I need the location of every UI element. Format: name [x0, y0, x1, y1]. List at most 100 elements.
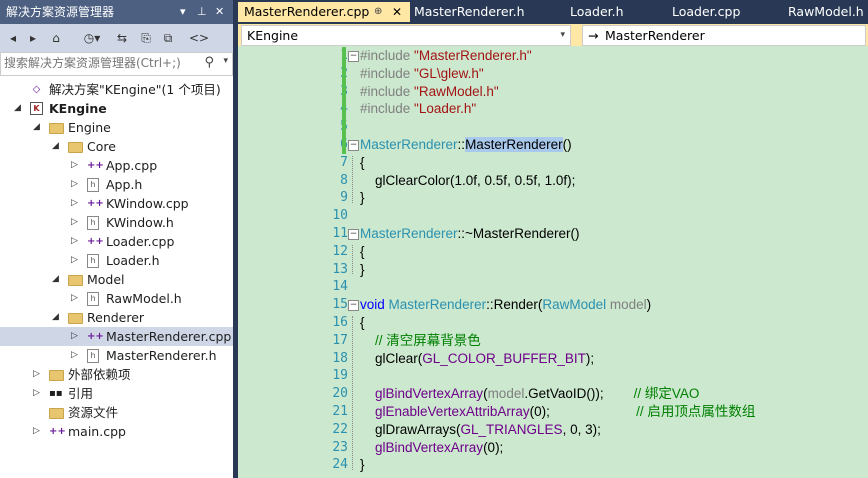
collapse-arrow-icon[interactable]: ◢ [33, 118, 40, 137]
code-view-icon[interactable]: <> [188, 28, 210, 48]
code-token: .GetVaoID()); [524, 386, 634, 402]
code-line[interactable]: #include "MasterRenderer.h" [360, 47, 532, 65]
expand-arrow-icon[interactable]: ▷ [33, 365, 40, 384]
code-line[interactable]: } [360, 189, 365, 207]
tree-item[interactable]: ▷ ++ MasterRenderer.cpp [0, 327, 233, 346]
collapse-icon[interactable]: ⎘ [138, 28, 154, 48]
code-line[interactable]: #include "GL\glew.h" [360, 65, 484, 83]
pin-tab-icon[interactable]: ⊕ [374, 2, 382, 22]
collapse-arrow-icon[interactable]: ◢ [52, 308, 59, 327]
tree-item[interactable]: ▷ ▪▪ 引用 [0, 384, 233, 403]
member-dropdown[interactable]: → MasterRenderer [582, 25, 866, 46]
tree-item[interactable]: ▷ h Loader.h [0, 251, 233, 270]
back-icon[interactable]: ◂ [6, 28, 20, 48]
code-line[interactable]: void MasterRenderer::Render(RawModel mod… [360, 296, 651, 314]
tab-label: MasterRenderer.h [414, 4, 525, 19]
code-line[interactable]: } [360, 456, 365, 474]
tree-item[interactable]: ▷ ++ main.cpp [0, 422, 233, 441]
fold-toggle-icon[interactable]: − [348, 300, 359, 312]
collapse-arrow-icon[interactable]: ◢ [14, 99, 21, 118]
folder-icon [49, 408, 64, 419]
close-tab-icon[interactable]: ✕ [392, 2, 402, 22]
collapse-arrow-icon[interactable]: ◢ [52, 270, 59, 289]
expand-arrow-icon[interactable]: ▷ [71, 327, 78, 346]
tree-item[interactable]: 资源文件 [0, 403, 233, 422]
code-line[interactable]: MasterRenderer::MasterRenderer() [360, 136, 572, 154]
tree-item[interactable]: ◢ Core [0, 137, 233, 156]
tree-item[interactable]: ▷ h RawModel.h [0, 289, 233, 308]
tab-rawmodel-h[interactable]: RawModel.h [788, 2, 868, 22]
member-value: MasterRenderer [605, 28, 705, 43]
pin-icon[interactable]: ⊥ [197, 0, 207, 24]
sync-icon[interactable]: ⇆ [114, 28, 130, 48]
tree-item[interactable]: ◢ Engine [0, 118, 233, 137]
fold-guide [352, 244, 354, 275]
tab-masterrenderer-h[interactable]: MasterRenderer.h [414, 2, 554, 22]
code-token: { [360, 243, 365, 259]
expand-arrow-icon[interactable]: ▷ [71, 346, 78, 365]
tree-item[interactable]: ◢ K KEngine [0, 99, 233, 118]
code-line[interactable]: glClearColor(1.0f, 0.5f, 0.5f, 1.0f); [360, 172, 575, 190]
code-token: "RawModel.h" [414, 83, 499, 99]
close-icon[interactable]: ✕ [215, 0, 224, 24]
expand-arrow-icon[interactable]: ▷ [71, 251, 78, 270]
code-line[interactable]: glClear(GL_COLOR_BUFFER_BIT); [360, 350, 594, 368]
properties-icon[interactable]: ⧉ [160, 28, 176, 48]
tree-item[interactable]: ▷ h KWindow.h [0, 213, 233, 232]
tree-item[interactable]: ▷ ++ App.cpp [0, 156, 233, 175]
code-line[interactable]: // 清空屏幕背景色 [360, 332, 481, 350]
folder-icon [49, 123, 64, 134]
tree-item[interactable]: ▷ 外部依赖项 [0, 365, 233, 384]
tree-item[interactable]: ▷ h MasterRenderer.h [0, 346, 233, 365]
code-editor[interactable]: 1−#include "MasterRenderer.h"2#include "… [238, 46, 868, 478]
scope-dropdown[interactable]: KEngine ▾ [241, 25, 571, 46]
expand-arrow-icon[interactable]: ▷ [71, 213, 78, 232]
tree-item[interactable]: ▷ h App.h [0, 175, 233, 194]
expand-arrow-icon[interactable]: ▷ [71, 175, 78, 194]
code-line[interactable]: MasterRenderer::~MasterRenderer() [360, 225, 579, 243]
expand-arrow-icon[interactable]: ▷ [71, 194, 78, 213]
home-icon[interactable]: ⌂ [48, 28, 64, 48]
forward-icon[interactable]: ▸ [26, 28, 40, 48]
change-indicator [342, 47, 346, 154]
code-line[interactable]: { [360, 243, 365, 261]
tree-item[interactable]: ◢ Model [0, 270, 233, 289]
fold-toggle-icon[interactable]: − [348, 140, 359, 151]
search-icon[interactable]: ⚲ [204, 55, 214, 70]
search-options-dropdown-icon[interactable]: ▾ [223, 56, 228, 66]
tab-loader-cpp[interactable]: Loader.cpp [672, 2, 762, 22]
code-token: } [360, 261, 365, 277]
tab-loader-h[interactable]: Loader.h [570, 2, 650, 22]
code-line[interactable]: { [360, 314, 365, 332]
tree-item[interactable]: ▷ ++ KWindow.cpp [0, 194, 233, 213]
code-line[interactable]: #include "Loader.h" [360, 100, 476, 118]
tree-item[interactable]: ◇ 解决方案"KEngine"(1 个项目) [0, 80, 233, 99]
code-token: "MasterRenderer.h" [414, 48, 532, 63]
expand-arrow-icon[interactable]: ▷ [71, 156, 78, 175]
code-line[interactable]: glBindVertexArray(model.GetVaoID()); // … [360, 385, 699, 403]
fold-guide [352, 155, 354, 204]
dropdown-icon[interactable]: ▾ [180, 0, 186, 24]
code-line[interactable]: glDrawArrays(GL_TRIANGLES, 0, 3); [360, 421, 601, 439]
code-line[interactable]: glEnableVertexAttribArray(0); // 启用顶点属性数… [360, 403, 755, 421]
expand-arrow-icon[interactable]: ▷ [33, 422, 40, 441]
tree-item[interactable]: ▷ ++ Loader.cpp [0, 232, 233, 251]
search-input[interactable] [4, 54, 199, 72]
line-number: 4 [266, 100, 348, 118]
expand-arrow-icon[interactable]: ▷ [71, 232, 78, 251]
expand-arrow-icon[interactable]: ▷ [71, 289, 78, 308]
tab-masterrenderer-cpp[interactable]: MasterRenderer.cpp ⊕ ✕ [238, 2, 410, 22]
fold-toggle-icon[interactable]: − [348, 51, 359, 62]
code-line[interactable]: #include "RawModel.h" [360, 83, 499, 101]
tree-item-label: 引用 [68, 386, 94, 401]
code-line[interactable]: glBindVertexArray(0); [360, 439, 503, 457]
history-icon[interactable]: ◷▾ [80, 28, 104, 48]
fold-toggle-icon[interactable]: − [348, 229, 359, 240]
cpp-icon: ++ [49, 426, 66, 437]
tree-item[interactable]: ◢ Renderer [0, 308, 233, 327]
expand-arrow-icon[interactable]: ▷ [33, 384, 40, 403]
code-line[interactable]: } [360, 261, 365, 279]
collapse-arrow-icon[interactable]: ◢ [52, 137, 59, 156]
solution-explorer-search: ⚲ ▾ [0, 52, 233, 76]
code-line[interactable]: { [360, 154, 365, 172]
